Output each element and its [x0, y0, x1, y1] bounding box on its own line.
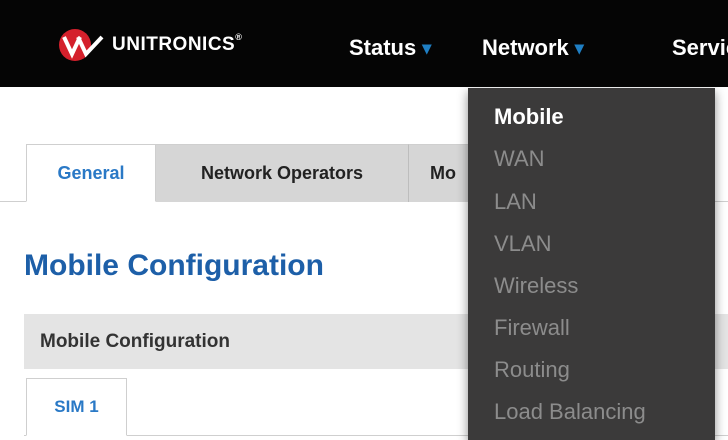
menu-item-mobile[interactable]: Mobile: [494, 104, 564, 130]
tab-general[interactable]: General: [26, 144, 156, 202]
nav-status-label: Status: [349, 35, 417, 60]
nav-network[interactable]: Network ▾: [482, 35, 584, 61]
menu-item-load-balancing[interactable]: Load Balancing: [494, 399, 646, 425]
menu-item-wireless[interactable]: Wireless: [494, 273, 578, 299]
nav-services-label: Servic: [672, 35, 728, 60]
menu-item-firewall[interactable]: Firewall: [494, 315, 570, 341]
tab-network-operators[interactable]: Network Operators: [156, 144, 409, 202]
menu-item-vlan[interactable]: VLAN: [494, 231, 551, 257]
network-dropdown-menu: Mobile WAN LAN VLAN Wireless Firewall Ro…: [468, 88, 715, 440]
nav-status[interactable]: Status ▾: [349, 35, 431, 61]
chevron-down-icon: ▾: [422, 37, 432, 58]
menu-item-lan[interactable]: LAN: [494, 189, 537, 215]
menu-item-wan[interactable]: WAN: [494, 146, 545, 172]
unitronics-logo-icon[interactable]: [58, 28, 106, 62]
menu-item-routing[interactable]: Routing: [494, 357, 570, 383]
chevron-down-icon: ▾: [574, 37, 584, 58]
top-navigation-bar: UNITRONICS® Status ▾ Network ▾ Servic: [0, 0, 728, 87]
subtab-sim-1[interactable]: SIM 1: [26, 378, 127, 436]
nav-services[interactable]: Servic: [672, 35, 728, 61]
page-title: Mobile Configuration: [24, 249, 324, 282]
brand-name[interactable]: UNITRONICS®: [112, 32, 242, 56]
nav-network-label: Network: [482, 35, 569, 60]
